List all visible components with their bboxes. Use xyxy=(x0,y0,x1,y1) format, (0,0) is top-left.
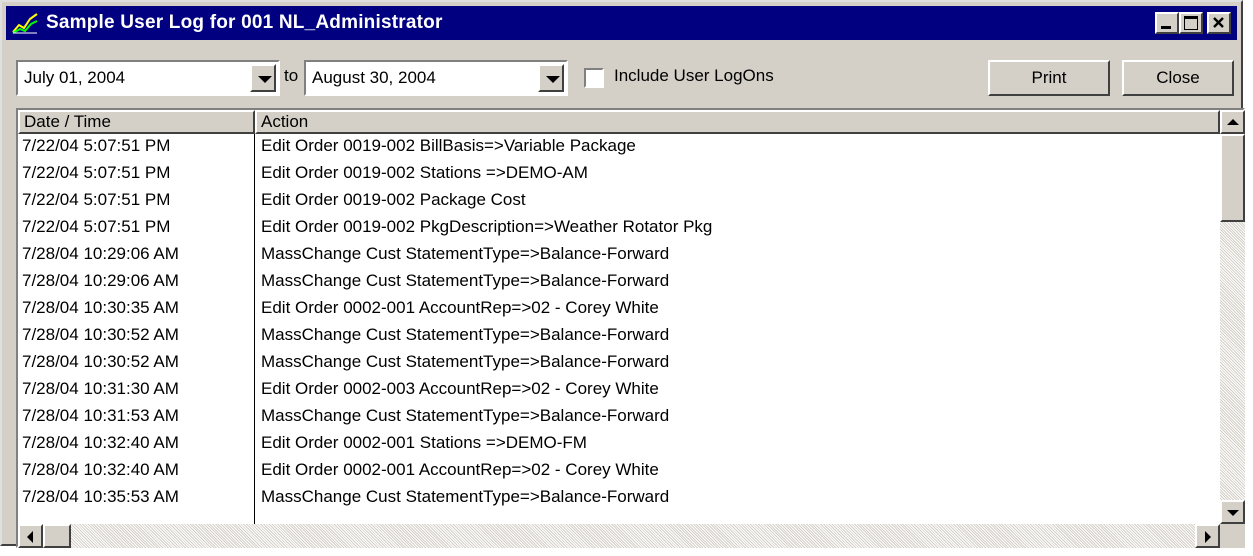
close-icon xyxy=(1213,17,1224,28)
log-list[interactable]: Date / Time Action 7/22/04 5:07:51 PM Edi… xyxy=(16,108,1245,548)
row-datetime: 7/22/04 5:07:51 PM xyxy=(22,217,171,236)
arrow-down-icon xyxy=(1227,510,1239,516)
scroll-up-button[interactable] xyxy=(1220,110,1245,134)
close-window-button[interactable] xyxy=(1207,12,1231,34)
row-datetime: 7/28/04 10:32:40 AM xyxy=(22,433,179,452)
table-row[interactable]: 7/22/04 5:07:51 PM Edit Order 0019-002 Pk… xyxy=(18,215,1218,242)
row-action: Edit Order 0019-002 Package Cost xyxy=(261,190,526,209)
row-action: Edit Order 0002-001 AccountRep=>02 - Cor… xyxy=(261,298,659,317)
row-datetime: 7/28/04 10:30:52 AM xyxy=(22,352,179,371)
table-row[interactable]: 7/28/04 10:32:40 AM Edit Order 0002-001 S… xyxy=(18,431,1218,458)
table-row[interactable]: 7/22/04 5:07:51 PM Edit Order 0019-002 Pa… xyxy=(18,188,1218,215)
scrollbar-corner xyxy=(1220,524,1245,548)
from-date-value: July 01, 2004 xyxy=(24,68,126,87)
table-row[interactable]: 7/28/04 10:32:40 AM Edit Order 0002-001 A… xyxy=(18,458,1218,485)
include-logons-checkbox[interactable] xyxy=(584,68,604,88)
from-date-dropdown-button[interactable] xyxy=(250,64,276,92)
table-row[interactable]: 7/28/04 10:31:53 AM MassChange Cust State… xyxy=(18,404,1218,431)
row-action: MassChange Cust StatementType=>Balance-F… xyxy=(261,406,670,425)
scroll-right-button[interactable] xyxy=(1195,524,1220,548)
row-action: MassChange Cust StatementType=>Balance-F… xyxy=(261,244,670,263)
maximize-button[interactable] xyxy=(1179,12,1203,34)
table-row[interactable]: 7/28/04 10:29:06 AM MassChange Cust State… xyxy=(18,269,1218,296)
user-log-window: Sample User Log for 001 NL_Administrator… xyxy=(0,0,1245,548)
row-datetime: 7/28/04 10:31:53 AM xyxy=(22,406,179,425)
table-row[interactable]: 7/28/04 10:30:52 AM MassChange Cust State… xyxy=(18,323,1218,350)
close-button[interactable]: Close xyxy=(1122,60,1234,96)
row-datetime: 7/28/04 10:32:40 AM xyxy=(22,460,179,479)
title-bar[interactable]: Sample User Log for 001 NL_Administrator xyxy=(6,6,1237,40)
table-row[interactable]: 7/22/04 5:07:51 PM Edit Order 0019-002 St… xyxy=(18,161,1218,188)
row-action: MassChange Cust StatementType=>Balance-F… xyxy=(261,271,670,290)
to-date-combo[interactable]: August 30, 2004 xyxy=(304,60,568,96)
include-logons-label[interactable]: Include User LogOns xyxy=(614,66,774,86)
column-divider xyxy=(254,134,255,524)
row-datetime: 7/28/04 10:29:06 AM xyxy=(22,244,179,263)
table-row[interactable]: 7/28/04 10:31:30 AM Edit Order 0002-003 A… xyxy=(18,377,1218,404)
chevron-down-icon xyxy=(546,76,560,83)
row-datetime: 7/28/04 10:35:53 AM xyxy=(22,487,179,506)
scroll-down-button[interactable] xyxy=(1220,500,1245,524)
log-rows: 7/22/04 5:07:51 PM Edit Order 0019-002 Bi… xyxy=(18,134,1218,524)
column-header-datetime[interactable]: Date / Time xyxy=(18,110,255,134)
to-date-dropdown-button[interactable] xyxy=(538,64,564,92)
arrow-up-icon xyxy=(1227,119,1239,125)
row-action: Edit Order 0002-001 Stations =>DEMO-FM xyxy=(261,433,587,452)
minimize-icon xyxy=(1161,26,1171,29)
row-datetime: 7/22/04 5:07:51 PM xyxy=(22,163,171,182)
row-datetime: 7/28/04 10:30:35 AM xyxy=(22,298,179,317)
row-datetime: 7/28/04 10:31:30 AM xyxy=(22,379,179,398)
table-row[interactable]: 7/22/04 5:07:51 PM Edit Order 0019-002 Bi… xyxy=(18,134,1218,161)
chart-app-icon xyxy=(12,12,38,34)
vertical-scroll-thumb[interactable] xyxy=(1220,134,1245,222)
horizontal-scrollbar[interactable] xyxy=(18,524,1220,548)
row-action: MassChange Cust StatementType=>Balance-F… xyxy=(261,352,670,371)
row-action: Edit Order 0002-003 AccountRep=>02 - Cor… xyxy=(261,379,659,398)
chevron-down-icon xyxy=(258,76,272,83)
table-row[interactable]: 7/28/04 10:29:06 AM MassChange Cust State… xyxy=(18,242,1218,269)
from-date-combo[interactable]: July 01, 2004 xyxy=(16,60,280,96)
print-button[interactable]: Print xyxy=(988,60,1110,96)
row-action: Edit Order 0019-002 BillBasis=>Variable … xyxy=(261,136,636,155)
row-action: MassChange Cust StatementType=>Balance-F… xyxy=(261,487,670,506)
row-datetime: 7/22/04 5:07:51 PM xyxy=(22,190,171,209)
table-row[interactable]: 7/28/04 10:30:52 AM MassChange Cust State… xyxy=(18,350,1218,377)
row-action: Edit Order 0019-002 Stations =>DEMO-AM xyxy=(261,163,588,182)
table-row[interactable]: 7/28/04 10:35:53 AM MassChange Cust State… xyxy=(18,485,1218,512)
vertical-scrollbar[interactable] xyxy=(1220,110,1245,524)
arrow-left-icon xyxy=(27,531,33,543)
maximize-icon xyxy=(1184,16,1198,30)
horizontal-scroll-thumb[interactable] xyxy=(43,524,71,548)
table-row[interactable]: 7/28/04 10:30:35 AM Edit Order 0002-001 A… xyxy=(18,296,1218,323)
row-datetime: 7/22/04 5:07:51 PM xyxy=(22,136,171,155)
row-action: Edit Order 0019-002 PkgDescription=>Weat… xyxy=(261,217,713,236)
row-action: Edit Order 0002-001 AccountRep=>02 - Cor… xyxy=(261,460,659,479)
arrow-right-icon xyxy=(1205,531,1211,543)
row-action: MassChange Cust StatementType=>Balance-F… xyxy=(261,325,670,344)
to-date-value: August 30, 2004 xyxy=(312,68,436,87)
to-label: to xyxy=(284,66,299,85)
row-datetime: 7/28/04 10:29:06 AM xyxy=(22,271,179,290)
minimize-button[interactable] xyxy=(1155,12,1179,34)
row-datetime: 7/28/04 10:30:52 AM xyxy=(22,325,179,344)
scroll-left-button[interactable] xyxy=(18,524,43,548)
column-header-action[interactable]: Action xyxy=(255,110,1220,134)
window-title: Sample User Log for 001 NL_Administrator xyxy=(46,12,443,33)
